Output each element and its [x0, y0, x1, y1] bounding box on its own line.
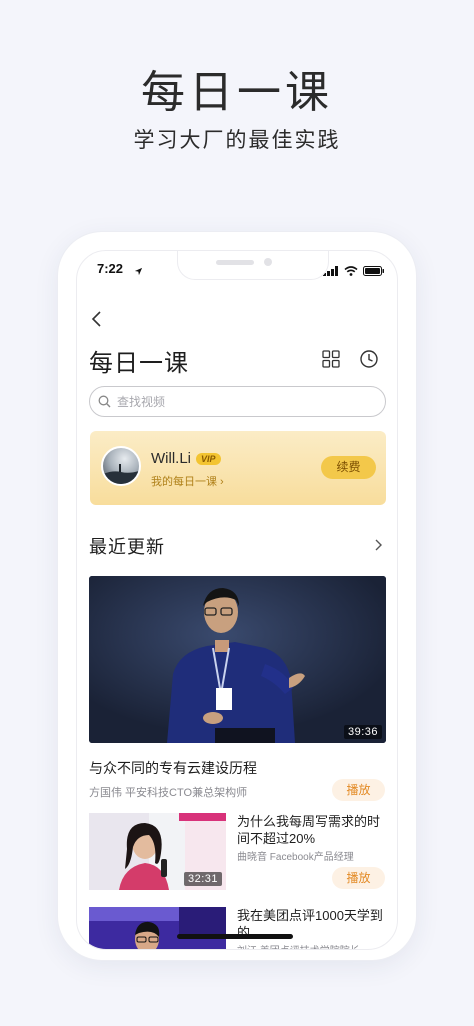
recent-more-button[interactable]	[373, 537, 385, 553]
back-button[interactable]	[87, 307, 107, 331]
status-icons	[323, 263, 385, 281]
vip-badge: VIP	[196, 453, 221, 465]
location-arrow-icon	[134, 263, 143, 281]
speaker-grille	[216, 260, 254, 265]
home-indicator	[177, 934, 293, 939]
wifi-icon	[344, 263, 358, 281]
status-time: 7:22	[97, 261, 124, 276]
search-icon	[98, 395, 111, 408]
featured-video-thumbnail[interactable]: 39:36	[89, 576, 386, 743]
featured-duration: 39:36	[343, 725, 382, 739]
featured-video-meta: 方国伟 平安科技CTO兼总架构师	[89, 787, 248, 799]
app-screen: 7:22 每日一课 查找视频 Will.Li VIP 我的每日一课 › 续费 最…	[76, 250, 398, 950]
grid-icon	[322, 350, 340, 368]
battery-icon	[363, 263, 385, 281]
video-title[interactable]: 为什么我每周写需求的时间不超过20%	[237, 813, 387, 847]
my-course-link[interactable]: 我的每日一课 ›	[151, 473, 224, 489]
promo-subtitle: 学习大厂的最佳实践	[133, 128, 341, 152]
phone-frame: 7:22 每日一课 查找视频 Will.Li VIP 我的每日一课 › 续费 最…	[58, 232, 416, 960]
video-duration: 32:31	[183, 872, 222, 886]
clock-icon	[360, 350, 378, 368]
speaker-photo	[89, 576, 386, 743]
avatar-image	[103, 464, 139, 484]
avatar	[101, 446, 141, 486]
featured-play-button[interactable]: 播放	[332, 779, 385, 801]
vip-card[interactable]: Will.Li VIP 我的每日一课 › 续费	[90, 431, 386, 505]
recent-section-title: 最近更新	[89, 537, 165, 557]
search-placeholder: 查找视频	[117, 395, 166, 409]
history-button[interactable]	[359, 349, 379, 369]
featured-video-title[interactable]: 与众不同的专有云建设历程	[89, 758, 257, 778]
video-meta: 刘江 美团点评技术学院院长	[237, 942, 360, 949]
renew-button[interactable]: 续费	[321, 456, 376, 479]
promo-title: 每日一课	[141, 67, 333, 118]
video-meta: 曲晓音 Facebook产品经理	[237, 852, 354, 863]
phone-notch	[177, 251, 329, 280]
front-camera	[264, 258, 272, 266]
back-chevron-icon	[91, 311, 101, 327]
video-thumbnail[interactable]	[89, 907, 226, 949]
video-thumbnail[interactable]: 32:31	[89, 813, 226, 890]
speaker-photo	[89, 907, 226, 949]
video-play-button[interactable]: 播放	[332, 867, 385, 889]
username: Will.Li	[151, 450, 191, 467]
category-grid-button[interactable]	[321, 349, 341, 369]
search-input[interactable]: 查找视频	[89, 386, 386, 417]
page-title: 每日一课	[89, 350, 189, 377]
chevron-right-icon	[375, 539, 382, 551]
